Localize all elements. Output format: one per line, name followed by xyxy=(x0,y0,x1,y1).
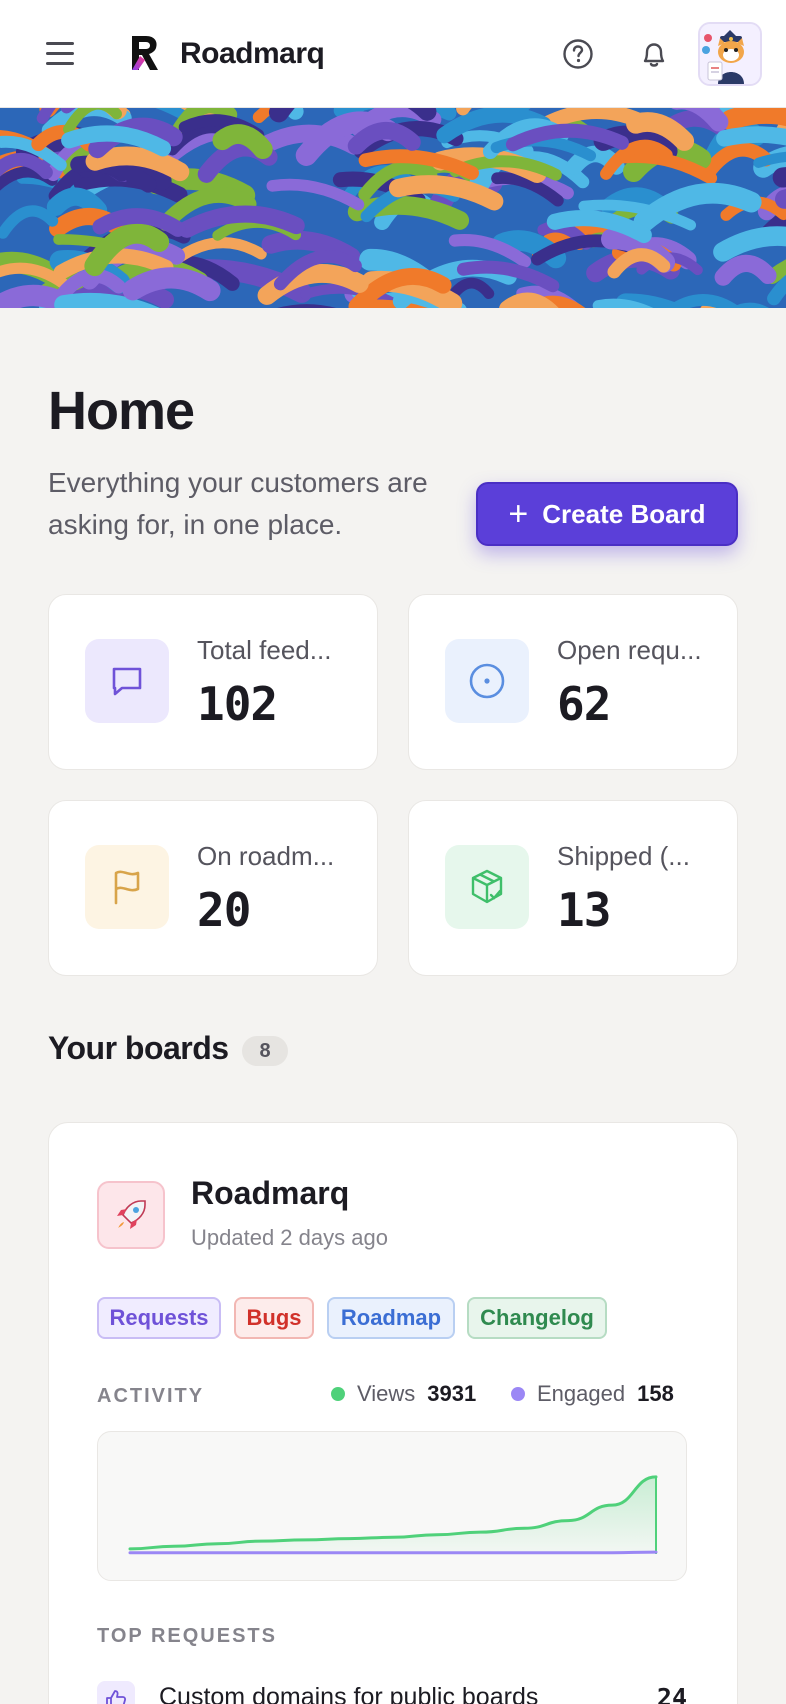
stat-value: 13 xyxy=(557,883,611,937)
tag-roadmap[interactable]: Roadmap xyxy=(327,1297,455,1339)
chat-icon xyxy=(85,639,169,723)
views-count: 3931 xyxy=(427,1381,477,1406)
engaged-label: Engaged xyxy=(537,1381,626,1406)
board-card[interactable]: Roadmarq Updated 2 days ago Requests Bug… xyxy=(48,1122,738,1704)
stat-label: Open requ... xyxy=(557,635,702,665)
stat-card-on-roadmap[interactable]: On roadm... 20 xyxy=(48,800,378,976)
top-requests-label: TOP REQUESTS xyxy=(97,1625,277,1647)
tag-changelog[interactable]: Changelog xyxy=(467,1297,607,1339)
boards-heading: Your boards xyxy=(48,1030,229,1066)
stat-card-total-feedback[interactable]: Total feed... 102 xyxy=(48,594,378,770)
board-updated-time: Updated 2 days ago xyxy=(191,1225,388,1250)
stat-card-open-requests[interactable]: Open requ... 62 xyxy=(408,594,738,770)
stat-label: Shipped (... xyxy=(557,841,690,871)
board-name[interactable]: Roadmarq xyxy=(191,1175,349,1212)
boards-count-badge: 8 xyxy=(242,1036,288,1066)
stat-value: 102 xyxy=(197,677,278,731)
paint-stroke xyxy=(499,292,559,308)
menu-icon[interactable] xyxy=(40,36,80,72)
activity-chart-svg xyxy=(128,1475,658,1555)
tag-requests[interactable]: Requests xyxy=(97,1297,221,1339)
activity-label: ACTIVITY xyxy=(97,1385,205,1407)
thumbs-up-icon xyxy=(97,1681,135,1704)
avatar[interactable] xyxy=(698,22,762,86)
top-bar: Roadmarq xyxy=(0,0,786,108)
create-board-label: Create Board xyxy=(542,498,706,529)
package-icon xyxy=(445,845,529,929)
flag-icon xyxy=(85,845,169,929)
legend-views: Views 3931 xyxy=(331,1381,476,1407)
create-board-button[interactable]: + Create Board xyxy=(476,482,738,546)
avatar-cat-icon xyxy=(700,24,760,84)
stat-label: Total feed... xyxy=(197,635,332,665)
help-icon[interactable] xyxy=(558,34,598,74)
top-request-count: 24 xyxy=(656,1683,687,1704)
engaged-count: 158 xyxy=(637,1381,674,1406)
stat-value: 62 xyxy=(557,677,611,731)
views-label: Views xyxy=(357,1381,416,1406)
top-request-row[interactable]: Custom domains for public boards 24 xyxy=(97,1679,687,1704)
roadmarq-logo-icon xyxy=(132,36,158,70)
stat-value: 20 xyxy=(197,883,251,937)
tag-bugs[interactable]: Bugs xyxy=(234,1297,314,1339)
stat-label: On roadm... xyxy=(197,841,335,871)
target-icon xyxy=(445,639,529,723)
stat-card-shipped[interactable]: Shipped (... 13 xyxy=(408,800,738,976)
engaged-dot-icon xyxy=(511,1387,525,1401)
activity-chart xyxy=(97,1431,687,1581)
rocket-icon xyxy=(97,1181,165,1249)
page-title: Home xyxy=(48,381,195,441)
plus-icon: + xyxy=(508,495,529,533)
bell-icon[interactable] xyxy=(634,34,674,74)
legend-engaged: Engaged 158 xyxy=(511,1381,674,1407)
brand-name[interactable]: Roadmarq xyxy=(180,34,325,74)
page-subtitle: Everything your customers are asking for… xyxy=(48,467,428,540)
hero-banner-image xyxy=(0,108,786,308)
engaged-series-line xyxy=(128,1550,658,1555)
top-request-title: Custom domains for public boards xyxy=(159,1683,539,1704)
views-dot-icon xyxy=(331,1387,345,1401)
